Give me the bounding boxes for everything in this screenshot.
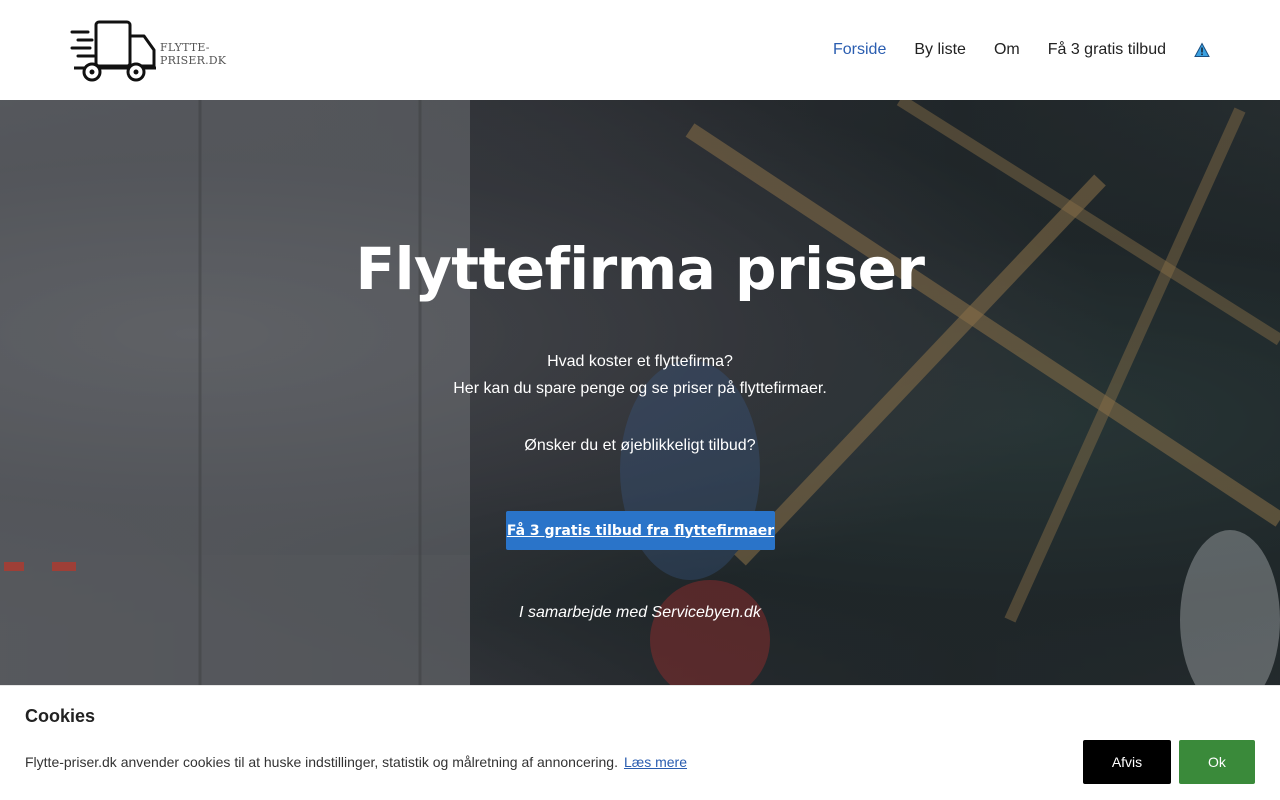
main-nav: Forside By liste Om Få 3 gratis tilbud [833, 0, 1210, 100]
nav-item-by-liste[interactable]: By liste [914, 41, 966, 59]
hero-content: Flyttefirma priser Hvad koster et flytte… [0, 100, 1280, 685]
hero-title: Flyttefirma priser [355, 235, 925, 303]
nav-item-om[interactable]: Om [994, 41, 1020, 59]
cookie-read-more-link[interactable]: Læs mere [624, 754, 687, 770]
nav-item-gratis-tilbud[interactable]: Få 3 gratis tilbud [1048, 41, 1166, 59]
hero-subtitle: Her kan du spare penge og se priser på f… [453, 380, 827, 397]
partner-text: I samarbejde med Servicebyen.dk [519, 604, 761, 621]
site-logo[interactable]: FLYTTE-PRISER.DK [70, 18, 270, 82]
cookie-accept-button[interactable]: Ok [1179, 740, 1255, 784]
hero-question: Hvad koster et flyttefirma? [547, 353, 733, 370]
warning-triangle-icon[interactable] [1194, 42, 1210, 58]
logo-text: FLYTTE-PRISER.DK [160, 41, 227, 67]
hero-section: Flyttefirma priser Hvad koster et flytte… [0, 100, 1280, 685]
nav-item-forside[interactable]: Forside [833, 41, 886, 59]
get-quotes-button[interactable]: Få 3 gratis tilbud fra flyttefirmaer [506, 511, 775, 550]
hero-offer-question: Ønsker du et øjeblikkeligt tilbud? [524, 437, 756, 454]
cookie-message: Flytte-priser.dk anvender cookies til at… [25, 754, 687, 770]
moving-truck-icon [70, 20, 156, 82]
cookie-banner: Cookies Flytte-priser.dk anvender cookie… [0, 685, 1280, 800]
site-header: FLYTTE-PRISER.DK Forside By liste Om Få … [0, 0, 1280, 100]
cookie-decline-button[interactable]: Afvis [1083, 740, 1171, 784]
cookie-text: Flytte-priser.dk anvender cookies til at… [25, 754, 618, 770]
cookie-title: Cookies [25, 706, 96, 726]
